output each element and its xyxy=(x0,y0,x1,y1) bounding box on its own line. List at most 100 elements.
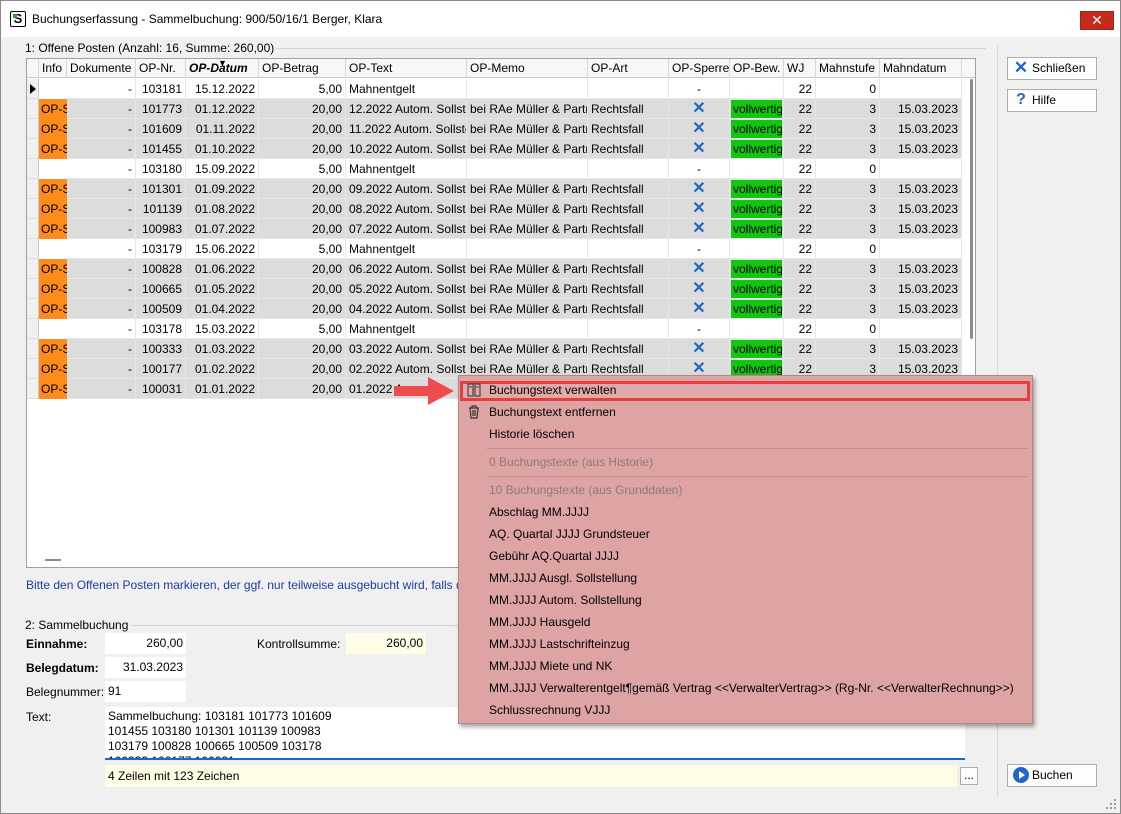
row-selector[interactable] xyxy=(27,239,39,259)
column-header-text[interactable]: OP-Text xyxy=(346,59,467,78)
grid-horizontal-scroll-thumb[interactable] xyxy=(45,559,61,561)
table-row[interactable]: -103180 15.09.2022 5,00 Mahnentgelt -22 0 xyxy=(27,159,962,179)
row-selector[interactable] xyxy=(27,259,39,279)
cell-betrag: 5,00 xyxy=(259,239,346,259)
info-badge[interactable]: OP-S xyxy=(39,139,67,159)
cell-mahnstufe: 3 xyxy=(816,179,880,199)
cell-datum: 01.05.2022 xyxy=(186,279,259,299)
table-row[interactable]: OP-S-10113901.08.202220,0008.2022 Autom.… xyxy=(27,199,962,219)
belegnummer-field[interactable]: 91 xyxy=(105,681,186,702)
row-selector[interactable] xyxy=(27,119,39,139)
context-menu-item[interactable]: AQ. Quartal JJJJ Grundsteuer xyxy=(489,524,650,544)
row-selector[interactable] xyxy=(27,159,39,179)
column-header-mahndatum[interactable]: Mahndatum xyxy=(880,59,962,78)
row-selector[interactable] xyxy=(27,319,39,339)
vertical-scroll-thumb[interactable] xyxy=(970,79,973,339)
context-menu-item[interactable]: MM.JJJJ Miete und NK xyxy=(489,656,612,676)
row-selector[interactable] xyxy=(27,179,39,199)
context-menu-item[interactable]: Schlussrechnung VJJJ xyxy=(489,700,610,720)
context-menu-item[interactable]: Gebühr AQ.Quartal JJJJ xyxy=(489,546,619,566)
column-header-info[interactable]: Info xyxy=(39,59,67,78)
close-button-label: Schließen xyxy=(1032,61,1086,75)
book-button[interactable]: Buchen xyxy=(1007,764,1097,787)
cell-art: Rechtsfall xyxy=(588,119,669,139)
info-badge[interactable]: OP-S xyxy=(39,199,67,219)
locked-x-icon: ✕ xyxy=(692,220,706,237)
column-header-dok[interactable]: Dokumente xyxy=(67,59,136,78)
column-header-bew[interactable]: OP-Bew. xyxy=(730,59,784,78)
close-button[interactable]: ✕ Schließen xyxy=(1007,57,1097,80)
cell-betrag: 20,00 xyxy=(259,259,346,279)
row-selector[interactable] xyxy=(27,219,39,239)
column-header-nr[interactable]: OP-Nr. xyxy=(136,59,186,78)
cell-text: 02.2022 Autom. Sollste xyxy=(346,359,467,379)
row-selector[interactable] xyxy=(27,279,39,299)
info-badge[interactable]: OP-S xyxy=(39,259,67,279)
info-badge[interactable]: OP-S xyxy=(39,179,67,199)
info-badge[interactable]: OP-S xyxy=(39,99,67,119)
table-row[interactable]: OP-S-10160901.11.202220,0011.2022 Autom.… xyxy=(27,119,962,139)
column-header-sperre[interactable]: OP-Sperre xyxy=(669,59,730,78)
cell-text: 10.2022 Autom. Sollste xyxy=(346,139,467,159)
cell-sperre: ✕ xyxy=(669,139,730,159)
locked-x-icon: ✕ xyxy=(692,120,706,137)
table-row[interactable]: OP-S-10066501.05.202220,0005.2022 Autom.… xyxy=(27,279,962,299)
table-row[interactable]: OP-S-10098301.07.202220,0007.2022 Autom.… xyxy=(27,219,962,239)
row-selector[interactable] xyxy=(27,99,39,119)
info-badge[interactable]: OP-S xyxy=(39,339,67,359)
info-badge[interactable]: OP-S xyxy=(39,359,67,379)
info-badge[interactable]: OP-S xyxy=(39,119,67,139)
cell-sperre: ✕ xyxy=(669,119,730,139)
resize-grip-icon[interactable] xyxy=(1104,797,1118,811)
row-selector[interactable] xyxy=(27,299,39,319)
current-row-indicator-icon[interactable] xyxy=(27,79,39,99)
info-badge[interactable]: OP-S xyxy=(39,379,67,399)
row-selector[interactable] xyxy=(27,339,39,359)
table-row[interactable]: -103178 15.03.2022 5,00 Mahnentgelt -22 0 xyxy=(27,319,962,339)
table-row[interactable]: OP-S-10082801.06.202220,0006.2022 Autom.… xyxy=(27,259,962,279)
table-row[interactable]: OP-S-10033301.03.202220,0003.2022 Autom.… xyxy=(27,339,962,359)
context-menu-item[interactable]: Abschlag MM.JJJJ xyxy=(489,502,589,522)
table-row[interactable]: OP-S-10177301.12.202220,0012.2022 Autom.… xyxy=(27,99,962,119)
table-row[interactable]: OP-S-10130101.09.202220,0009.2022 Autom.… xyxy=(27,179,962,199)
text-more-button[interactable]: ... xyxy=(960,767,978,785)
cell-mahndatum: 15.03.2023 xyxy=(880,259,962,279)
column-header-wj[interactable]: WJ xyxy=(784,59,816,78)
cell-art: Rechtsfall xyxy=(588,339,669,359)
belegdatum-field[interactable]: 31.03.2023 xyxy=(105,657,186,678)
cell-art: Rechtsfall xyxy=(588,279,669,299)
column-header-art[interactable]: OP-Art xyxy=(588,59,669,78)
table-row[interactable]: OP-S-10145501.10.202220,0010.2022 Autom.… xyxy=(27,139,962,159)
cell-betrag: 20,00 xyxy=(259,339,346,359)
context-menu-item[interactable]: MM.JJJJ Lastschrifteinzug xyxy=(489,634,630,654)
hint-text: Bitte den Offenen Posten markieren, der … xyxy=(26,578,470,592)
table-row[interactable]: -103179 15.06.2022 5,00 Mahnentgelt -22 0 xyxy=(27,239,962,259)
info-badge[interactable]: OP-S xyxy=(39,279,67,299)
window-close-button[interactable]: ✕ xyxy=(1080,11,1114,30)
help-button[interactable]: ? Hilfe xyxy=(1007,89,1097,112)
info-badge[interactable]: OP-S xyxy=(39,219,67,239)
table-row[interactable]: OP-S-10050901.04.202220,0004.2022 Autom.… xyxy=(27,299,962,319)
einnahme-field[interactable]: 260,00 xyxy=(105,633,186,654)
context-menu-item[interactable]: Buchungstext entfernen xyxy=(489,402,616,422)
row-selector[interactable] xyxy=(27,359,39,379)
row-selector[interactable] xyxy=(27,139,39,159)
cell-mahnstufe: 3 xyxy=(816,99,880,119)
cell-mahndatum xyxy=(880,239,962,259)
row-selector[interactable] xyxy=(27,199,39,219)
column-header-betrag[interactable]: OP-Betrag xyxy=(259,59,346,78)
context-menu-item[interactable]: Buchungstext verwalten xyxy=(489,380,616,400)
table-row[interactable]: -103181 15.12.2022 5,00 Mahnentgelt -22 0 xyxy=(27,79,962,99)
row-selector[interactable] xyxy=(27,379,39,399)
column-header-memo[interactable]: OP-Memo xyxy=(467,59,588,78)
cell-bew xyxy=(730,159,784,179)
context-menu-item[interactable]: MM.JJJJ Autom. Sollstellung xyxy=(489,590,642,610)
context-menu-item[interactable]: MM.JJJJ Hausgeld xyxy=(489,612,590,632)
context-menu-item[interactable]: Historie löschen xyxy=(489,424,574,444)
column-header-mahnstufe[interactable]: Mahnstufe xyxy=(816,59,880,78)
grid-vertical-scrollbar[interactable] xyxy=(967,79,975,339)
cell-bew: vollwertig xyxy=(730,139,784,159)
info-badge[interactable]: OP-S xyxy=(39,299,67,319)
context-menu-item[interactable]: MM.JJJJ Verwalterentgelt¶gemäß Vertrag <… xyxy=(489,678,1014,698)
context-menu-item[interactable]: MM.JJJJ Ausgl. Sollstellung xyxy=(489,568,637,588)
